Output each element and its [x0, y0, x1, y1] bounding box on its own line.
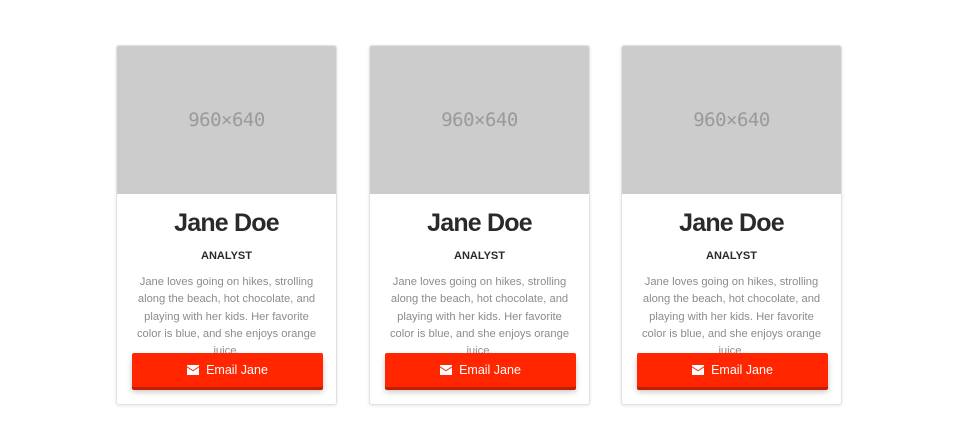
email-button[interactable]: Email Jane	[385, 353, 576, 387]
profile-image-placeholder: 960×640	[622, 46, 841, 194]
profile-role: ANALYST	[201, 250, 252, 262]
profile-bio: Jane loves going on hikes, strolling alo…	[641, 276, 822, 358]
profile-image-placeholder: 960×640	[370, 46, 589, 194]
profile-image-placeholder: 960×640	[117, 46, 336, 194]
profile-bio: Jane loves going on hikes, strolling alo…	[389, 276, 570, 358]
email-button-label: Email Jane	[206, 363, 268, 377]
placeholder-dimensions-label: 960×640	[188, 109, 265, 131]
placeholder-dimensions-label: 960×640	[441, 109, 518, 131]
profile-role: ANALYST	[706, 250, 757, 262]
envelope-icon	[692, 365, 705, 375]
profile-name: Jane Doe	[679, 209, 785, 237]
profile-card-grid: 960×640 Jane Doe ANALYST Jane loves goin…	[0, 0, 960, 445]
profile-bio: Jane loves going on hikes, strolling alo…	[136, 276, 317, 358]
profile-card: 960×640 Jane Doe ANALYST Jane loves goin…	[369, 45, 590, 405]
placeholder-dimensions-label: 960×640	[693, 109, 770, 131]
profile-card: 960×640 Jane Doe ANALYST Jane loves goin…	[621, 45, 842, 405]
profile-name: Jane Doe	[174, 209, 280, 237]
profile-card: 960×640 Jane Doe ANALYST Jane loves goin…	[116, 45, 337, 405]
email-button-label: Email Jane	[711, 363, 773, 377]
envelope-icon	[440, 365, 453, 375]
envelope-icon	[187, 365, 200, 375]
email-button-label: Email Jane	[459, 363, 521, 377]
profile-role: ANALYST	[454, 250, 505, 262]
email-button[interactable]: Email Jane	[132, 353, 323, 387]
profile-name: Jane Doe	[427, 209, 533, 237]
email-button[interactable]: Email Jane	[637, 353, 828, 387]
